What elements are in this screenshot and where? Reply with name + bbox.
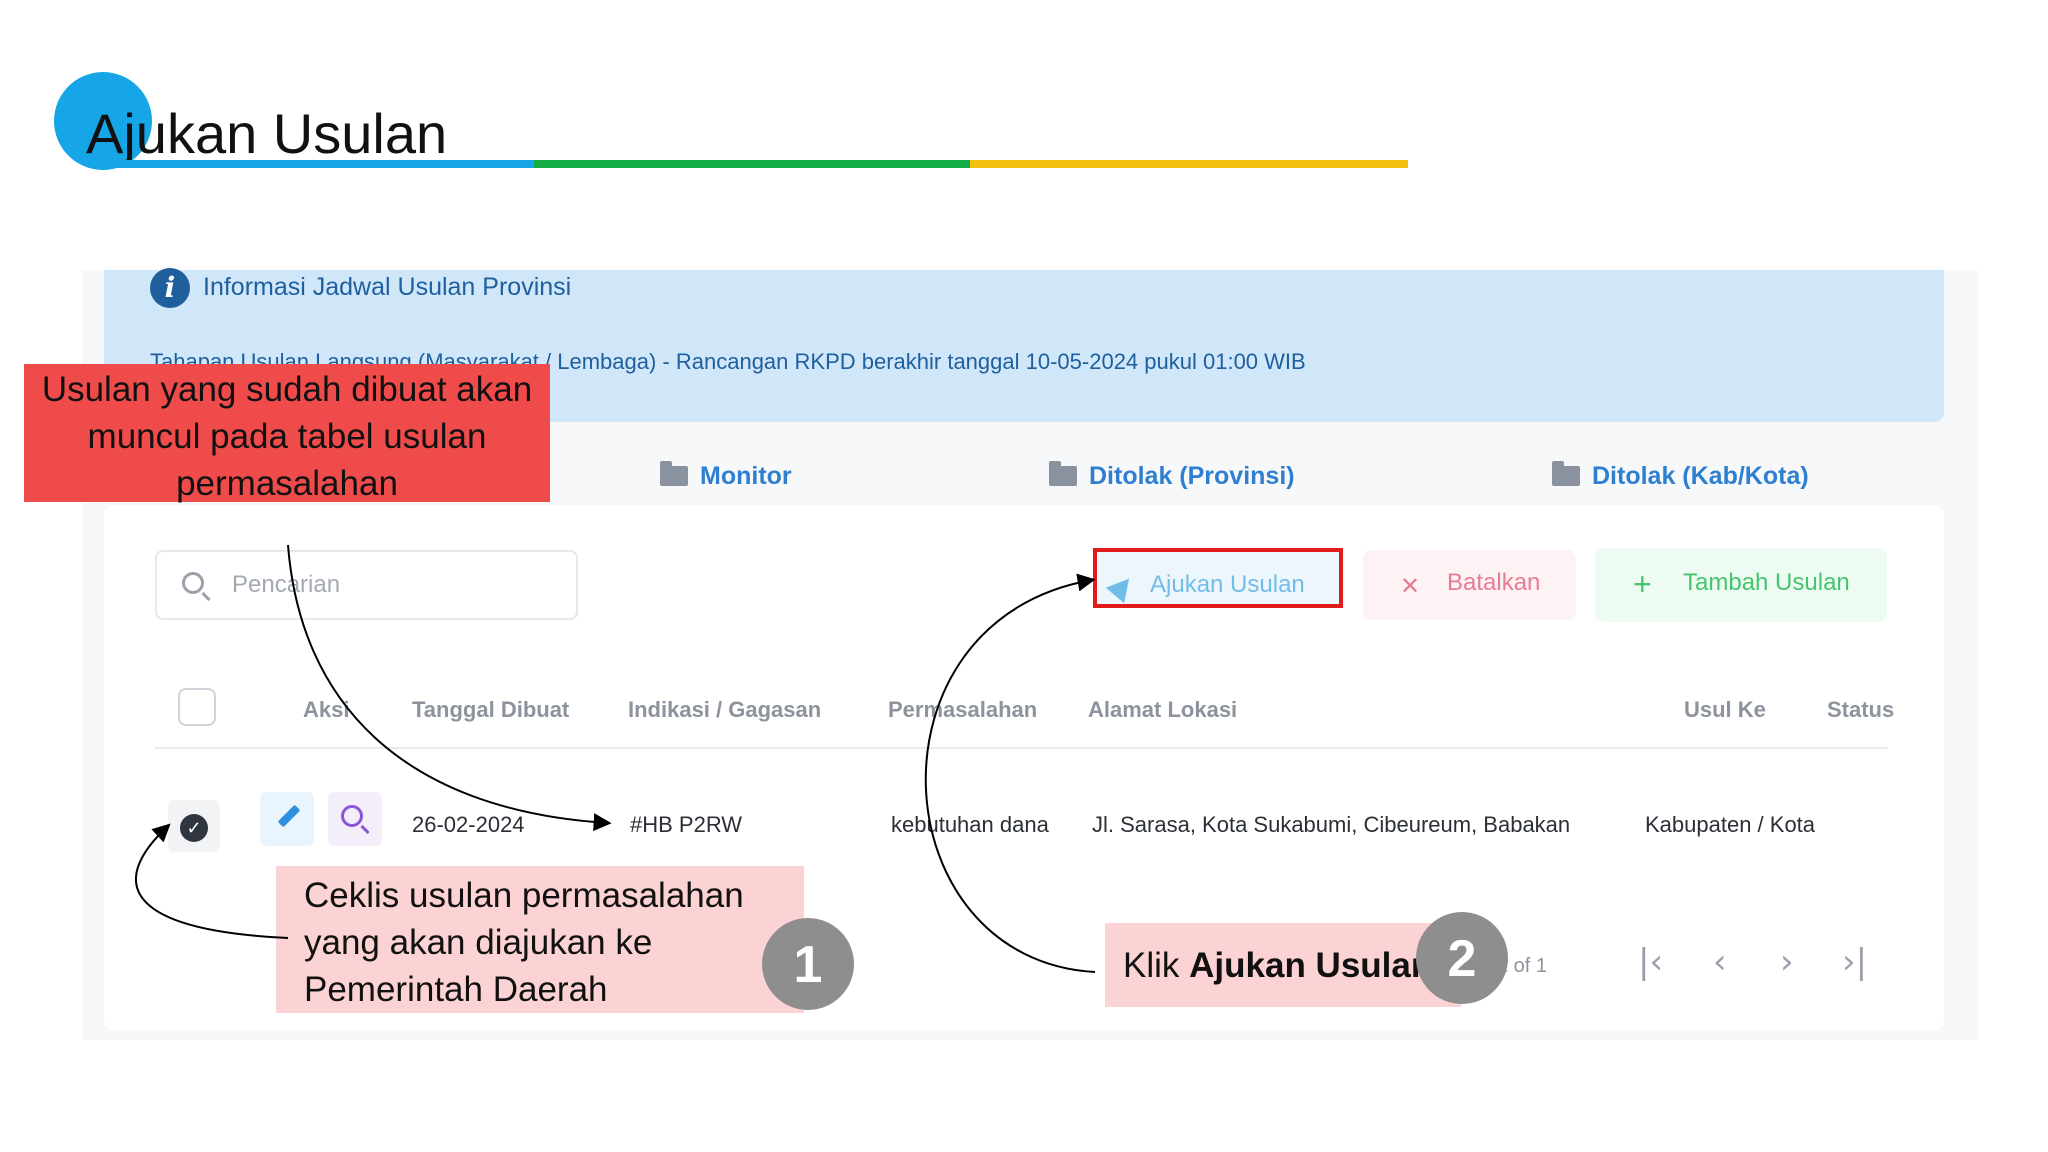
annotation-arrows [135, 544, 1096, 973]
arrow-to-ajukan [924, 573, 1096, 973]
arrow-to-table [287, 544, 612, 832]
arrow-to-checkbox [135, 823, 289, 939]
